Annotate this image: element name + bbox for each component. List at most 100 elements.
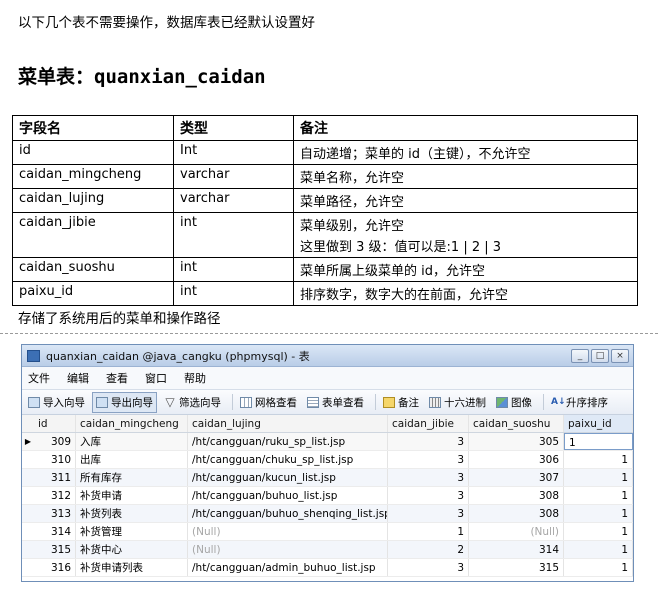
cell-jibie[interactable]: 3 — [388, 487, 469, 504]
toolbar: 导入向导 导出向导 ▽ 筛选向导 网格查看 表单查看 备注 十六进制 图像 A↓ 升… — [22, 389, 633, 415]
window-titlebar[interactable]: quanxian_caidan @java_cangku (phpmysql) … — [22, 345, 633, 367]
table-row[interactable]: 315 补货中心 (Null) 2 314 1 — [22, 541, 633, 559]
cell-mingcheng[interactable]: 补货申请 — [76, 487, 188, 504]
cell-lujing[interactable]: (Null) — [188, 523, 388, 540]
cell-paixu[interactable]: 1 — [564, 541, 633, 558]
cell-id[interactable]: 311 — [34, 469, 76, 486]
cell-lujing[interactable]: /ht/cangguan/buhuo_list.jsp — [188, 487, 388, 504]
cell-paixu[interactable]: 1 — [564, 505, 633, 522]
cell-suoshu[interactable]: 308 — [469, 505, 564, 522]
field-note: 菜单级别，允许空 这里做到 3 级：值可以是:1 | 2 | 3 — [293, 212, 638, 258]
menu-edit[interactable]: 编辑 — [67, 370, 89, 386]
table-row[interactable]: 310 出库 /ht/cangguan/chuku_sp_list.jsp 3 … — [22, 451, 633, 469]
export-icon — [96, 396, 108, 408]
field-note: 自动递增；菜单的 id（主键），不允许空 — [293, 140, 638, 165]
cell-paixu-editing[interactable]: 1 — [564, 433, 633, 450]
form-view-button[interactable]: 表单查看 — [304, 393, 367, 412]
cell-lujing[interactable]: /ht/cangguan/kucun_list.jsp — [188, 469, 388, 486]
import-wizard-button[interactable]: 导入向导 — [25, 393, 88, 412]
cell-id[interactable]: 316 — [34, 559, 76, 576]
cell-paixu[interactable]: 1 — [564, 487, 633, 504]
cell-paixu[interactable]: 1 — [564, 469, 633, 486]
cell-jibie[interactable]: 3 — [388, 451, 469, 468]
table-icon — [27, 349, 40, 362]
sort-ascending-button[interactable]: A↓ 升序排序 — [548, 393, 611, 412]
cell-suoshu[interactable]: 306 — [469, 451, 564, 468]
memo-button[interactable]: 备注 — [380, 393, 422, 412]
column-header-suoshu[interactable]: caidan_suoshu — [469, 415, 564, 432]
column-header-lujing[interactable]: caidan_lujing — [188, 415, 388, 432]
import-wizard-label: 导入向导 — [43, 396, 85, 409]
grid-view-button[interactable]: 网格查看 — [237, 393, 300, 412]
cell-mingcheng[interactable]: 补货列表 — [76, 505, 188, 522]
cell-paixu[interactable]: 1 — [564, 451, 633, 468]
menu-file[interactable]: 文件 — [28, 370, 50, 386]
field-name: caidan_suoshu — [12, 257, 174, 282]
cell-jibie[interactable]: 2 — [388, 541, 469, 558]
column-header-paixu[interactable]: paixu_id — [564, 415, 633, 432]
table-row[interactable]: 316 补货申请列表 /ht/cangguan/admin_buhuo_list… — [22, 559, 633, 577]
current-row-icon: ▶ — [24, 437, 32, 446]
cell-id[interactable]: 315 — [34, 541, 76, 558]
cell-suoshu[interactable]: 308 — [469, 487, 564, 504]
field-type: int — [173, 281, 294, 306]
column-header-id[interactable]: id — [34, 415, 76, 432]
menu-help[interactable]: 帮助 — [184, 370, 206, 386]
cell-lujing[interactable]: /ht/cangguan/ruku_sp_list.jsp — [188, 433, 388, 450]
menu-view[interactable]: 查看 — [106, 370, 128, 386]
table-row[interactable]: 313 补货列表 /ht/cangguan/buhuo_shenqing_lis… — [22, 505, 633, 523]
image-button[interactable]: 图像 — [493, 393, 535, 412]
cell-mingcheng[interactable]: 补货申请列表 — [76, 559, 188, 576]
table-row[interactable]: 314 补货管理 (Null) 1 (Null) 1 — [22, 523, 633, 541]
filter-wizard-button[interactable]: ▽ 筛选向导 — [161, 393, 224, 412]
column-header-jibie[interactable]: caidan_jibie — [388, 415, 469, 432]
cell-suoshu[interactable]: 315 — [469, 559, 564, 576]
export-wizard-button[interactable]: 导出向导 — [92, 391, 157, 413]
cell-paixu[interactable]: 1 — [564, 523, 633, 540]
cell-id[interactable]: 309 — [34, 433, 76, 450]
cell-suoshu[interactable]: 307 — [469, 469, 564, 486]
cell-lujing[interactable]: /ht/cangguan/chuku_sp_list.jsp — [188, 451, 388, 468]
cell-mingcheng[interactable]: 补货中心 — [76, 541, 188, 558]
column-header-mingcheng[interactable]: caidan_mingcheng — [76, 415, 188, 432]
table-row[interactable]: ▶ 309 入库 /ht/cangguan/ruku_sp_list.jsp 3… — [22, 433, 633, 451]
table-row[interactable]: 311 所有库存 /ht/cangguan/kucun_list.jsp 3 3… — [22, 469, 633, 487]
cell-id[interactable]: 312 — [34, 487, 76, 504]
minimize-button[interactable]: _ — [571, 348, 589, 363]
field-type: Int — [173, 140, 294, 165]
cell-paixu[interactable]: 1 — [564, 559, 633, 576]
cell-id[interactable]: 313 — [34, 505, 76, 522]
cell-lujing[interactable]: /ht/cangguan/buhuo_shenqing_list.jsp — [188, 505, 388, 522]
cell-jibie[interactable]: 3 — [388, 433, 469, 450]
maximize-button[interactable]: □ — [591, 348, 609, 363]
cell-lujing[interactable]: /ht/cangguan/admin_buhuo_list.jsp — [188, 559, 388, 576]
cell-jibie[interactable]: 3 — [388, 505, 469, 522]
cell-lujing[interactable]: (Null) — [188, 541, 388, 558]
field-name: paixu_id — [12, 281, 174, 306]
export-wizard-label: 导出向导 — [111, 396, 153, 409]
cell-mingcheng[interactable]: 补货管理 — [76, 523, 188, 540]
db-table-window: quanxian_caidan @java_cangku (phpmysql) … — [21, 344, 634, 582]
cell-jibie[interactable]: 3 — [388, 469, 469, 486]
table-row[interactable]: 312 补货申请 /ht/cangguan/buhuo_list.jsp 3 3… — [22, 487, 633, 505]
field-note: 菜单名称，允许空 — [293, 164, 638, 189]
cell-mingcheng[interactable]: 所有库存 — [76, 469, 188, 486]
close-button[interactable]: × — [611, 348, 629, 363]
cell-id[interactable]: 314 — [34, 523, 76, 540]
table-row: paixu_id int 排序数字，数字大的在前面，允许空 — [12, 281, 638, 306]
cell-mingcheng[interactable]: 出库 — [76, 451, 188, 468]
cell-suoshu[interactable]: 305 — [469, 433, 564, 450]
header-field-name: 字段名 — [12, 115, 174, 141]
table-row: caidan_lujing varchar 菜单路径，允许空 — [12, 188, 638, 213]
sort-ascending-icon: A↓ — [551, 396, 566, 407]
image-label: 图像 — [511, 396, 532, 409]
menu-window[interactable]: 窗口 — [145, 370, 167, 386]
cell-mingcheng[interactable]: 入库 — [76, 433, 188, 450]
cell-id[interactable]: 310 — [34, 451, 76, 468]
cell-jibie[interactable]: 3 — [388, 559, 469, 576]
field-name: caidan_jibie — [12, 212, 174, 258]
hex-button[interactable]: 十六进制 — [426, 393, 489, 412]
cell-suoshu[interactable]: 314 — [469, 541, 564, 558]
cell-suoshu[interactable]: (Null) — [469, 523, 564, 540]
cell-jibie[interactable]: 1 — [388, 523, 469, 540]
